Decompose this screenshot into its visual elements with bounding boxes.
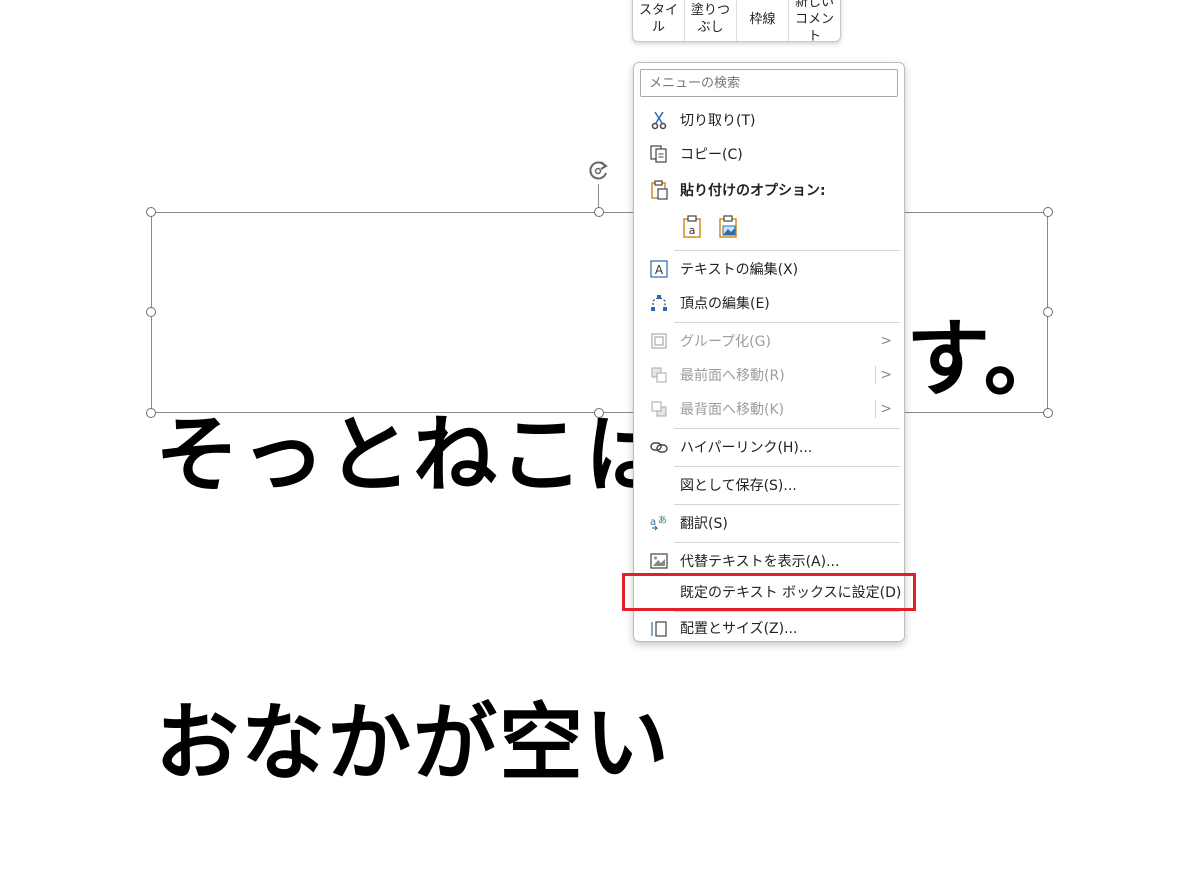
text-line-2: おなかが空い <box>155 694 672 792</box>
resize-handle-middle-left[interactable] <box>146 307 156 317</box>
menu-item-label: 翻訳(S) <box>680 516 728 532</box>
svg-text:A: A <box>655 263 664 277</box>
chevron-right-icon[interactable]: > <box>880 367 892 383</box>
new-comment-button[interactable]: 新しい コメント <box>788 0 840 44</box>
paste-as-picture-icon[interactable] <box>716 214 742 240</box>
menu-item-paste-options: 貼り付けのオプション: <box>634 173 904 207</box>
scissors-icon <box>648 109 670 131</box>
svg-text:あ: あ <box>658 515 667 526</box>
svg-text:a: a <box>689 224 696 237</box>
resize-handle-top-right[interactable] <box>1043 207 1053 217</box>
menu-item-cut[interactable]: 切り取り(T) <box>634 103 904 137</box>
chevron-right-icon[interactable]: > <box>880 401 892 417</box>
resize-handle-top-center[interactable] <box>594 207 604 217</box>
menu-item-label: 図として保存(S)... <box>680 478 797 494</box>
menu-item-label: 最前面へ移動(R) <box>680 368 785 384</box>
menu-item-edit-points[interactable]: 頂点の編集(E) <box>634 286 904 320</box>
menu-item-send-to-back[interactable]: 最背面へ移動(K) > <box>634 392 904 426</box>
menu-separator <box>674 250 900 251</box>
menu-separator <box>674 466 900 467</box>
resize-handle-bottom-left[interactable] <box>146 408 156 418</box>
resize-handle-bottom-right[interactable] <box>1043 408 1053 418</box>
menu-item-label: 頂点の編集(E) <box>680 296 770 312</box>
menu-item-size-position[interactable]: 配置とサイズ(Z)... <box>634 611 904 645</box>
bring-to-front-icon <box>648 364 670 386</box>
menu-item-label: 配置とサイズ(Z)... <box>680 621 798 637</box>
menu-separator <box>674 428 900 429</box>
link-icon <box>648 436 670 458</box>
menu-item-label: テキストの編集(X) <box>680 262 799 278</box>
menu-item-label: グループ化(G) <box>680 334 771 350</box>
menu-item-copy[interactable]: コピー(C) <box>634 137 904 171</box>
edit-text-icon: A <box>648 258 670 280</box>
alt-text-icon <box>648 550 670 572</box>
group-icon <box>648 330 670 352</box>
split-divider <box>875 400 876 418</box>
menu-separator <box>674 504 900 505</box>
style-button[interactable]: スタイ ル <box>633 0 684 41</box>
clipboard-icon <box>648 179 670 201</box>
menu-search-input[interactable] <box>640 69 898 97</box>
menu-item-edit-text[interactable]: A テキストの編集(X) <box>634 252 904 286</box>
menu-separator <box>674 322 900 323</box>
rotate-stem <box>598 184 599 207</box>
text-line-1: そっとねこは <box>155 406 672 504</box>
paste-options-group: a <box>680 214 742 240</box>
menu-item-label: コピー(C) <box>680 147 743 163</box>
translate-icon: a あ <box>648 512 670 534</box>
blank-icon <box>648 474 670 496</box>
menu-item-hyperlink[interactable]: ハイパーリンク(H)... <box>634 430 904 464</box>
edit-points-icon <box>648 292 670 314</box>
resize-handle-bottom-center[interactable] <box>594 408 604 418</box>
rotate-handle-icon[interactable] <box>585 158 611 184</box>
send-to-back-icon <box>648 398 670 420</box>
menu-item-bring-to-front[interactable]: 最前面へ移動(R) > <box>634 358 904 392</box>
split-divider <box>875 366 876 384</box>
fill-button[interactable]: 塗りつ ぶし <box>684 0 736 41</box>
paste-keep-text-icon[interactable]: a <box>680 214 706 240</box>
annotation-highlight-box <box>622 573 916 611</box>
menu-item-label: ハイパーリンク(H)... <box>680 440 813 456</box>
menu-item-label: 最背面へ移動(K) <box>680 402 785 418</box>
menu-item-label: 代替テキストを表示(A)... <box>680 554 840 570</box>
menu-item-group[interactable]: グループ化(G) > <box>634 324 904 358</box>
menu-item-label: 切り取り(T) <box>680 113 756 129</box>
resize-handle-top-left[interactable] <box>146 207 156 217</box>
menu-item-translate[interactable]: a あ 翻訳(S) <box>634 506 904 540</box>
text-line-2-tail: す。 <box>906 310 1070 408</box>
resize-handle-middle-right[interactable] <box>1043 307 1053 317</box>
context-menu: 切り取り(T) コピー(C) 貼り付けのオプション: <box>633 62 905 642</box>
border-button[interactable]: 枠線 <box>736 0 788 41</box>
mini-toolbar: スタイ ル 塗りつ ぶし 枠線 新しい コメント <box>632 0 841 44</box>
size-position-icon <box>648 617 670 639</box>
menu-item-label: 貼り付けのオプション: <box>680 183 826 199</box>
copy-icon <box>648 143 670 165</box>
menu-item-save-as-picture[interactable]: 図として保存(S)... <box>634 468 904 502</box>
menu-separator <box>674 542 900 543</box>
chevron-right-icon: > <box>880 333 892 349</box>
